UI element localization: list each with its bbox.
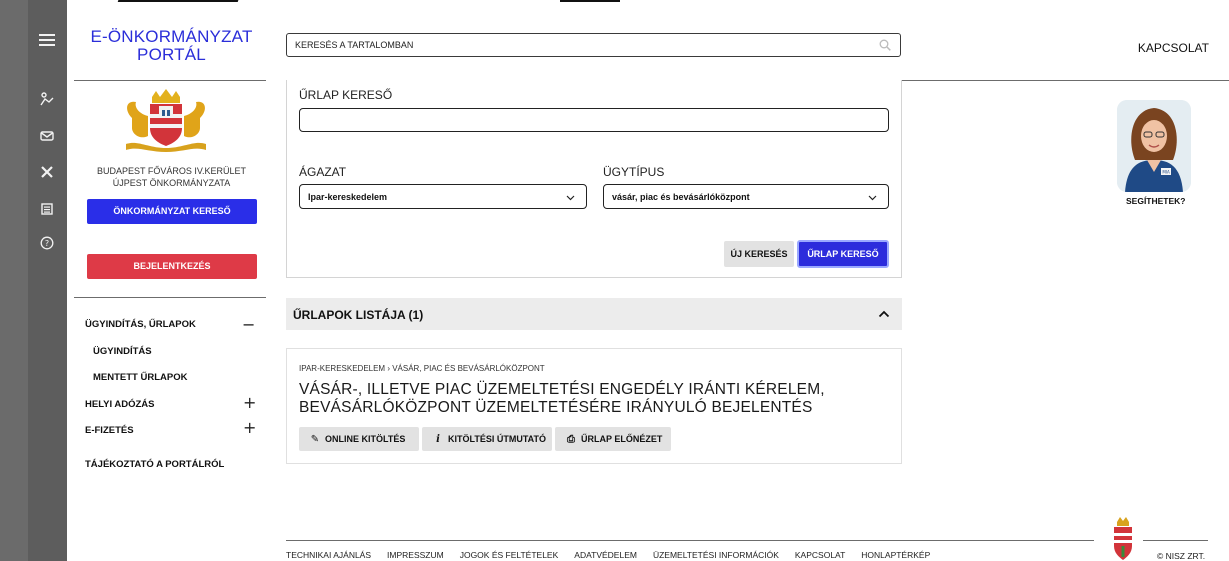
expand-icon[interactable]: +: [243, 395, 256, 411]
forms-list-header[interactable]: ŰRLAPOK LISTÁJA (1): [286, 298, 902, 330]
nav-item-local-tax[interactable]: HELYI ADÓZÁS: [85, 399, 155, 410]
online-fill-label: ONLINE KITÖLTÉS: [325, 434, 406, 444]
municipality-name: BUDAPEST FŐVÁROS IV.KERÜLET ÚJPEST ÖNKOR…: [84, 165, 259, 189]
pencil-icon: ✎: [310, 434, 320, 445]
mail-icon[interactable]: [36, 126, 58, 148]
tools-icon[interactable]: [36, 163, 58, 185]
fill-guide-button[interactable]: i KITÖLTÉSI ÚTMUTATÓ: [422, 427, 552, 451]
chevron-up-icon[interactable]: [878, 308, 890, 320]
new-search-button[interactable]: ÚJ KERESÉS: [724, 241, 794, 267]
divider: [74, 80, 266, 81]
login-button[interactable]: BEJELENTKEZÉS: [87, 254, 257, 279]
left-icon-bar: [0, 0, 67, 561]
copyright: © NISZ ZRT.: [1157, 551, 1206, 561]
info-icon: i: [436, 434, 440, 445]
sector-value: Ipar-kereskedelem: [308, 192, 388, 202]
footer-link-contact[interactable]: KAPCSOLAT: [795, 550, 845, 560]
document-icon[interactable]: [36, 199, 58, 221]
nav-item-case-start[interactable]: ÜGYINDÍTÁS: [93, 346, 152, 357]
coat-of-arms-icon: [126, 89, 206, 152]
form-search-input[interactable]: [299, 108, 889, 132]
footer-divider-right: [1143, 540, 1208, 541]
content-search-input[interactable]: KERESÉS A TARTALOMBAN: [286, 33, 901, 57]
form-preview-label: ŰRLAP ELŐNÉZET: [581, 434, 663, 444]
fill-guide-label: KITÖLTÉSI ÚTMUTATÓ: [448, 434, 546, 444]
nav-item-saved-forms[interactable]: MENTETT ŰRLAPOK: [93, 372, 187, 383]
footer-link-terms[interactable]: JOGOK ÉS FELTÉTELEK: [460, 550, 559, 560]
cropped-text-fragment: [117, 0, 243, 2]
footer-divider: [286, 540, 1094, 541]
footer-link-technical[interactable]: TECHNIKAI AJÁNLÁS: [286, 550, 371, 560]
form-preview-button[interactable]: ⎙ ŰRLAP ELŐNÉZET: [555, 427, 671, 451]
municipality-line-2: ÚJPEST ÖNKORMÁNYZATA: [112, 178, 231, 188]
assistant-portrait-icon: MIA: [1117, 100, 1191, 192]
header-contact-link[interactable]: KAPCSOLAT: [1138, 41, 1209, 55]
collapse-icon[interactable]: −: [242, 317, 255, 333]
assistant-label[interactable]: SEGÍTHETEK?: [1126, 196, 1186, 206]
hungarian-coat-icon: [1114, 517, 1132, 560]
online-fill-button[interactable]: ✎ ONLINE KITÖLTÉS: [299, 427, 419, 451]
cropped-text-fragment: [560, 0, 620, 2]
divider: [74, 297, 266, 298]
result-title[interactable]: VÁSÁR-, ILLETVE PIAC ÜZEMELTETÉSI ENGEDÉ…: [299, 381, 889, 417]
menu-icon[interactable]: [36, 31, 58, 53]
person-icon[interactable]: [36, 90, 58, 112]
brand-line-2: PORTÁL: [137, 45, 206, 64]
assistant-badge: MIA: [1162, 170, 1170, 175]
case-type-value: vásár, piac és bevásárlóközpont: [612, 192, 750, 202]
nav-item-case-forms[interactable]: ÜGYINDÍTÁS, ŰRLAPOK: [85, 319, 196, 330]
brand-line-1: E-ÖNKORMÁNYZAT: [90, 27, 253, 46]
municipality-line-1: BUDAPEST FŐVÁROS IV.KERÜLET: [96, 166, 247, 176]
footer-link-sitemap[interactable]: HONLAPTÉRKÉP: [861, 550, 930, 560]
search-icon[interactable]: [879, 39, 891, 51]
chevron-down-icon: [566, 195, 575, 201]
expand-icon[interactable]: +: [243, 420, 256, 436]
nav-item-portal-info[interactable]: TÁJÉKOZTATÓ A PORTÁLRÓL: [85, 459, 224, 470]
sector-select[interactable]: Ipar-kereskedelem: [299, 184, 587, 209]
footer-link-privacy[interactable]: ADATVÉDELEM: [574, 550, 637, 560]
footer-link-operations[interactable]: ÜZEMELTETÉSI INFORMÁCIÓK: [653, 550, 779, 560]
portal-brand[interactable]: E-ÖNKORMÁNYZAT PORTÁL: [84, 28, 259, 64]
chevron-down-icon: [868, 195, 877, 201]
municipality-search-button[interactable]: ÖNKORMÁNYZAT KERESŐ: [87, 199, 257, 224]
forms-list-title: ŰRLAPOK LISTÁJA (1): [293, 308, 424, 322]
preview-icon: ⎙: [567, 434, 575, 445]
help-icon[interactable]: ?: [36, 234, 58, 256]
case-type-label: ÜGYTÍPUS: [603, 165, 665, 179]
form-search-title: ŰRLAP KERESŐ: [299, 88, 393, 102]
svg-text:?: ?: [45, 239, 49, 248]
search-placeholder: KERESÉS A TARTALOMBAN: [295, 40, 414, 50]
result-breadcrumb[interactable]: IPAR-KERESKEDELEM › VÁSÁR, PIAC ÉS BEVÁS…: [299, 364, 545, 373]
case-type-select[interactable]: vásár, piac és bevásárlóközpont: [603, 184, 889, 209]
assistant-avatar[interactable]: MIA: [1117, 100, 1191, 192]
sector-label: ÁGAZAT: [299, 165, 347, 179]
top-cropped-strip: [0, 0, 1229, 8]
footer-links: TECHNIKAI AJÁNLÁS IMPRESSZUM JOGOK ÉS FELT…: [286, 550, 946, 560]
left-icon-bar-inner: [28, 0, 67, 561]
form-search-button[interactable]: ŰRLAP KERESŐ: [797, 240, 889, 268]
footer-link-imprint[interactable]: IMPRESSZUM: [387, 550, 444, 560]
nav-item-e-payment[interactable]: E-FIZETÉS: [85, 425, 134, 436]
